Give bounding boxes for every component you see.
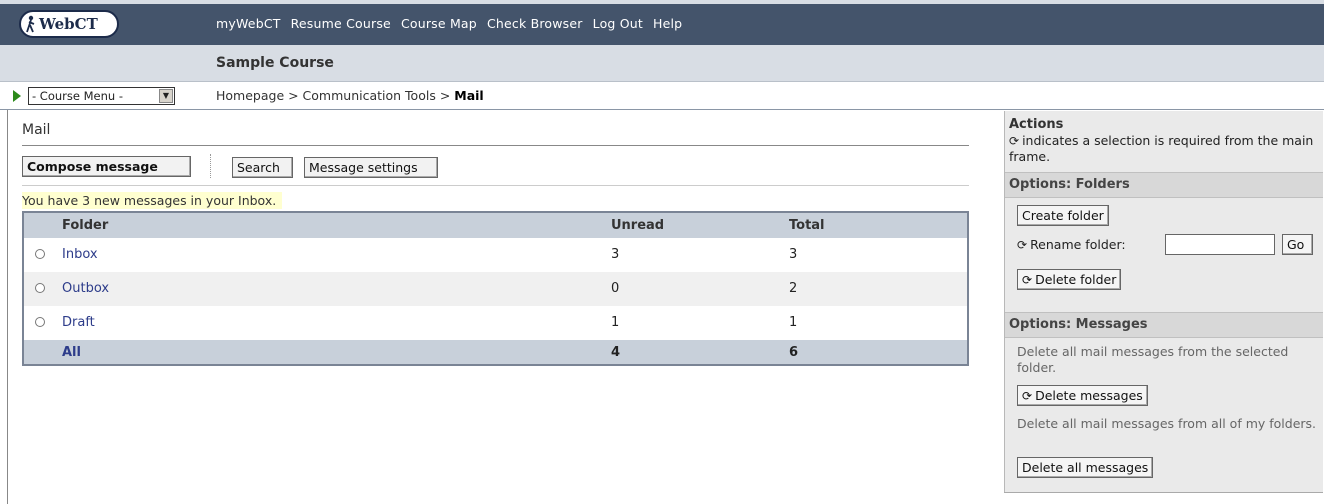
toolbar-divider — [22, 185, 969, 186]
top-nav-links: myWebCT Resume Course Course Map Check B… — [216, 16, 692, 31]
folder-link-draft[interactable]: Draft — [62, 315, 95, 330]
header-unread: Unread — [611, 218, 665, 233]
total-count: 1 — [789, 315, 798, 330]
actions-note-text: indicates a selection is required from t… — [1009, 133, 1314, 164]
nav-log-out[interactable]: Log Out — [593, 16, 643, 31]
top-navigation-bar: WebCT myWebCT Resume Course Course Map C… — [0, 0, 1324, 45]
title-divider — [22, 145, 969, 146]
unread-count: 3 — [611, 247, 620, 262]
breadcrumb: Homepage > Communication Tools > Mail — [216, 88, 484, 103]
nav-course-map[interactable]: Course Map — [401, 16, 477, 31]
course-title-bar: Sample Course — [0, 45, 1324, 82]
unread-count: 0 — [611, 281, 620, 296]
breadcrumb-path[interactable]: Homepage > Communication Tools > — [216, 88, 454, 103]
folder-link-outbox[interactable]: Outbox — [62, 281, 109, 296]
button-separator — [210, 154, 211, 178]
table-header-row: Folder Unread Total — [24, 213, 967, 238]
nav-help[interactable]: Help — [653, 16, 682, 31]
green-arrow-icon — [13, 90, 21, 102]
table-row: Outbox 0 2 — [24, 272, 967, 306]
chevron-down-icon[interactable]: ▼ — [159, 89, 173, 103]
course-menu-value: - Course Menu - — [32, 89, 123, 103]
breadcrumb-current: Mail — [454, 88, 484, 103]
total-total: 6 — [789, 345, 799, 360]
folder-radio-inbox[interactable] — [35, 249, 45, 259]
nav-check-browser[interactable]: Check Browser — [487, 16, 583, 31]
logo-text: WebCT — [39, 15, 98, 33]
create-folder-button[interactable]: Create folder — [1017, 205, 1109, 226]
delete-all-messages-button[interactable]: Delete all messages — [1017, 457, 1154, 478]
messages-section-heading: Options: Messages — [1005, 312, 1323, 338]
delete-folder-button[interactable]: ⟳ Delete folder — [1017, 269, 1122, 290]
message-settings-button[interactable]: Message settings — [304, 157, 438, 178]
course-title: Sample Course — [216, 55, 334, 71]
table-row: Inbox 3 3 — [24, 238, 967, 272]
search-button[interactable]: Search — [232, 157, 293, 178]
course-menu-select[interactable]: - Course Menu - ▼ — [28, 87, 175, 105]
arrow-into-circle-icon: ⟳ — [1022, 389, 1033, 403]
go-button[interactable]: Go — [1282, 234, 1313, 255]
delete-messages-label: Delete messages — [1035, 388, 1143, 403]
actions-note: ⟳ indicates a selection is required from … — [1009, 133, 1317, 164]
new-messages-notice: You have 3 new messages in your Inbox. — [22, 192, 283, 209]
compose-message-button[interactable]: Compose message — [22, 156, 191, 177]
total-count: 3 — [789, 247, 798, 262]
page-title: Mail — [22, 122, 51, 138]
walking-figure-icon — [26, 15, 35, 33]
table-row: Draft 1 1 — [24, 306, 967, 340]
delete-messages-description: Delete all mail messages from the select… — [1017, 344, 1289, 375]
arrow-into-circle-icon: ⟳ — [1017, 238, 1028, 252]
nav-mywebct[interactable]: myWebCT — [216, 16, 281, 31]
actions-panel: Actions ⟳ indicates a selection is requir… — [1004, 111, 1323, 492]
rename-folder-label: ⟳ Rename folder: — [1017, 237, 1126, 252]
folder-table: Folder Unread Total Inbox 3 3 Outbox 0 2… — [22, 211, 969, 366]
panel-bottom-border — [1004, 492, 1323, 493]
arrow-into-circle-icon: ⟳ — [1009, 134, 1020, 148]
folder-link-all[interactable]: All — [62, 345, 81, 360]
rename-folder-label-text: Rename folder: — [1030, 237, 1126, 252]
folder-radio-outbox[interactable] — [35, 283, 45, 293]
nav-resume-course[interactable]: Resume Course — [291, 16, 391, 31]
folder-radio-draft[interactable] — [35, 317, 45, 327]
delete-folder-label: Delete folder — [1035, 272, 1117, 287]
header-folder: Folder — [62, 218, 109, 233]
actions-title: Actions — [1009, 117, 1064, 132]
unread-count: 1 — [611, 315, 620, 330]
delete-messages-button[interactable]: ⟳ Delete messages — [1017, 385, 1148, 406]
arrow-into-circle-icon: ⟳ — [1022, 273, 1033, 287]
folders-section-heading: Options: Folders — [1005, 172, 1323, 198]
frame-divider — [7, 110, 8, 504]
folder-link-inbox[interactable]: Inbox — [62, 247, 98, 262]
delete-all-description: Delete all mail messages from all of my … — [1017, 416, 1317, 431]
header-total: Total — [789, 218, 825, 233]
breadcrumb-bar: - Course Menu - ▼ Homepage > Communicati… — [0, 82, 1324, 110]
total-count: 2 — [789, 281, 798, 296]
unread-total: 4 — [611, 345, 621, 360]
rename-folder-input[interactable] — [1165, 234, 1275, 255]
webct-logo[interactable]: WebCT — [19, 10, 119, 38]
table-summary-row: All 4 6 — [24, 340, 967, 364]
